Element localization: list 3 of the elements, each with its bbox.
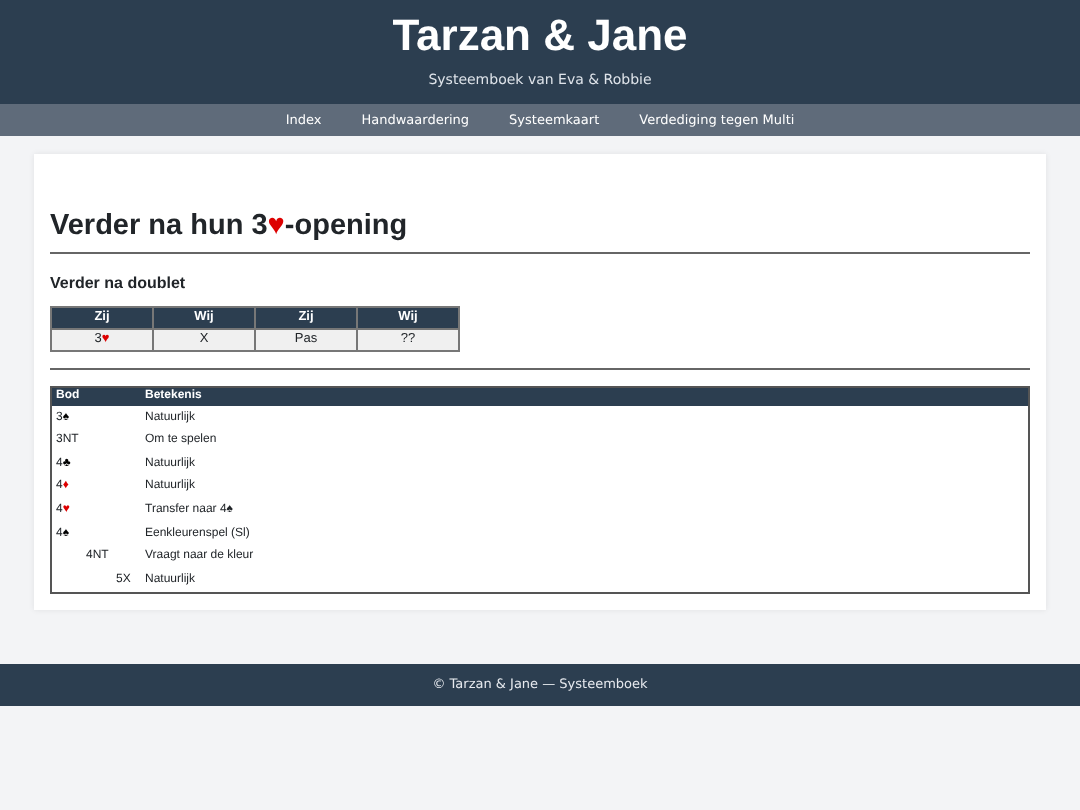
- page-heading: Verder na hun 3♥-opening: [50, 210, 1030, 255]
- section-heading: Verder na doublet: [50, 272, 186, 297]
- site-title: Tarzan & Jane: [390, 10, 690, 62]
